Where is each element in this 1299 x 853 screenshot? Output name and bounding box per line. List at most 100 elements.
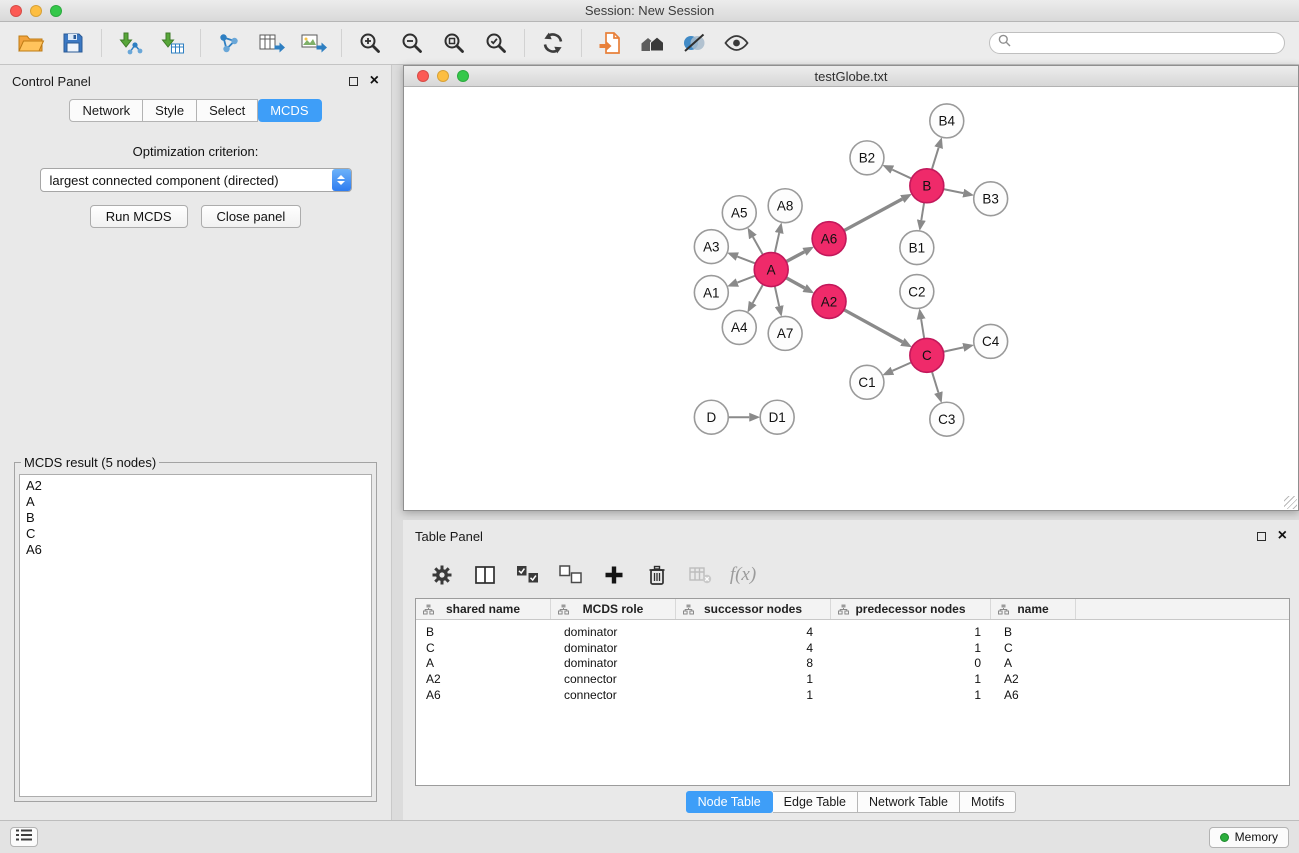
show-hide-icon[interactable] [715, 25, 757, 61]
close-panel-icon[interactable]: × [370, 76, 379, 86]
edge-A-A8[interactable] [775, 233, 779, 253]
tab-mcds[interactable]: MCDS [258, 99, 321, 122]
edge-B-B1[interactable] [921, 203, 924, 221]
edge-A-A5[interactable] [753, 237, 763, 255]
node-A[interactable]: A [754, 253, 788, 287]
edge-C-C4[interactable] [943, 347, 963, 351]
edge-A-A6[interactable] [786, 252, 804, 262]
node-A4[interactable]: A4 [722, 310, 756, 344]
delete-row-icon[interactable] [640, 560, 674, 590]
edge-C-C3[interactable] [932, 372, 938, 393]
edge-B-B3[interactable] [943, 189, 963, 193]
home-icon[interactable] [631, 25, 673, 61]
node-C2[interactable]: C2 [900, 275, 934, 309]
edge-A-A2[interactable] [786, 278, 805, 288]
open-session-icon[interactable] [10, 25, 52, 61]
node-D1[interactable]: D1 [760, 400, 794, 434]
tab-network-table[interactable]: Network Table [858, 791, 960, 813]
close-table-panel-icon[interactable]: × [1278, 531, 1287, 541]
tab-network[interactable]: Network [69, 99, 143, 122]
edge-B-B4[interactable] [932, 148, 939, 170]
memory-button[interactable]: Memory [1209, 827, 1289, 848]
tab-edge-table[interactable]: Edge Table [773, 791, 858, 813]
open-document-icon[interactable] [589, 25, 631, 61]
mcds-result-list[interactable]: A2ABCA6 [19, 474, 372, 797]
tab-motifs[interactable]: Motifs [960, 791, 1016, 813]
search-input[interactable] [1016, 36, 1276, 50]
table-row[interactable]: Cdominator41C [416, 640, 1289, 656]
save-session-icon[interactable] [52, 25, 94, 61]
network-window-titlebar[interactable]: testGlobe.txt [404, 66, 1298, 87]
export-table-icon[interactable] [250, 25, 292, 61]
node-B2[interactable]: B2 [850, 141, 884, 175]
toggle-views-icon[interactable] [673, 25, 715, 61]
node-B1[interactable]: B1 [900, 231, 934, 265]
column-header-shared-name[interactable]: shared name [416, 599, 551, 619]
select-all-icon[interactable] [511, 560, 545, 590]
node-D[interactable]: D [694, 400, 728, 434]
zoom-in-icon[interactable] [349, 25, 391, 61]
zoom-fit-icon[interactable] [433, 25, 475, 61]
float-table-panel-icon[interactable] [1257, 532, 1266, 541]
add-row-icon[interactable] [597, 560, 631, 590]
float-panel-icon[interactable] [349, 77, 358, 86]
table-row[interactable]: Bdominator41B [416, 624, 1289, 640]
task-history-button[interactable] [10, 827, 38, 847]
function-builder-icon[interactable]: f(x) [726, 560, 760, 590]
edge-A-A4[interactable] [753, 284, 763, 303]
node-B3[interactable]: B3 [974, 182, 1008, 216]
node-A5[interactable]: A5 [722, 196, 756, 230]
edge-B-B2[interactable] [892, 170, 911, 179]
node-C1[interactable]: C1 [850, 365, 884, 399]
network-graph[interactable]: B4B2BB3A5A8A6B1A3AC2A1A2A4A7C4CC1C3DD1 [404, 88, 1298, 510]
import-table-icon[interactable] [151, 25, 193, 61]
network-close-icon[interactable] [417, 70, 429, 82]
resize-handle[interactable] [1284, 496, 1297, 509]
column-visibility-icon[interactable] [468, 560, 502, 590]
table-row[interactable]: A2connector11A2 [416, 671, 1289, 687]
optimization-dropdown[interactable]: largest connected component (directed) [40, 168, 352, 192]
node-C3[interactable]: C3 [930, 402, 964, 436]
edge-C-C1[interactable] [892, 362, 911, 370]
network-traffic-lights[interactable] [417, 70, 469, 82]
export-image-icon[interactable] [292, 25, 334, 61]
import-network-icon[interactable] [109, 25, 151, 61]
zoom-out-icon[interactable] [391, 25, 433, 61]
node-C[interactable]: C [910, 338, 944, 372]
node-A3[interactable]: A3 [694, 230, 728, 264]
close-window-icon[interactable] [10, 5, 22, 17]
mcds-result-item[interactable]: A6 [26, 542, 365, 558]
edge-C-C2[interactable] [921, 319, 924, 338]
mcds-result-item[interactable]: B [26, 510, 365, 526]
settings-gear-icon[interactable] [425, 560, 459, 590]
mcds-result-item[interactable]: C [26, 526, 365, 542]
table-row[interactable]: A6connector11A6 [416, 687, 1289, 703]
tab-select[interactable]: Select [197, 99, 258, 122]
column-header-name[interactable]: name [991, 599, 1076, 619]
edge-A-A3[interactable] [737, 257, 755, 264]
node-A8[interactable]: A8 [768, 189, 802, 223]
node-C4[interactable]: C4 [974, 324, 1008, 358]
table-row[interactable]: Adominator80A [416, 655, 1289, 671]
edge-A-A1[interactable] [737, 276, 755, 283]
mcds-result-item[interactable]: A2 [26, 478, 365, 494]
node-B4[interactable]: B4 [930, 104, 964, 138]
search-field[interactable] [989, 32, 1285, 54]
node-A6[interactable]: A6 [812, 222, 846, 256]
traffic-lights[interactable] [10, 5, 62, 17]
column-header-successor-nodes[interactable]: successor nodes [676, 599, 831, 619]
column-header-MCDS-role[interactable]: MCDS role [551, 599, 676, 619]
export-network-icon[interactable] [208, 25, 250, 61]
edge-A6-B[interactable] [844, 199, 902, 231]
network-canvas[interactable]: B4B2BB3A5A8A6B1A3AC2A1A2A4A7C4CC1C3DD1 [404, 88, 1298, 510]
minimize-window-icon[interactable] [30, 5, 42, 17]
run-mcds-button[interactable]: Run MCDS [90, 205, 188, 228]
refresh-icon[interactable] [532, 25, 574, 61]
mcds-result-item[interactable]: A [26, 494, 365, 510]
edge-A-A7[interactable] [775, 286, 779, 306]
zoom-selected-icon[interactable] [475, 25, 517, 61]
node-A1[interactable]: A1 [694, 276, 728, 310]
node-A2[interactable]: A2 [812, 285, 846, 319]
deselect-all-icon[interactable] [554, 560, 588, 590]
node-B[interactable]: B [910, 169, 944, 203]
